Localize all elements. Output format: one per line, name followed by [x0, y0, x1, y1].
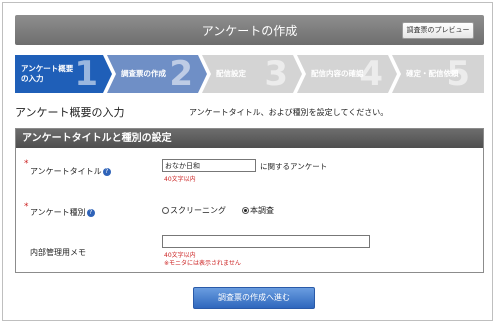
step-5: 確定・配信依頼 5: [392, 55, 484, 93]
radio-main-survey[interactable]: 本調査: [242, 205, 274, 216]
required-mark: *: [24, 159, 29, 169]
step-4-label: 配信内容の確認: [311, 69, 364, 78]
step-1: アンケート概要 の入力 1: [15, 55, 112, 93]
radio-screening[interactable]: スクリーニング: [162, 205, 226, 216]
internal-memo-input[interactable]: [162, 235, 370, 248]
section-title: アンケート概要の入力: [15, 106, 125, 119]
step-1-number: 1: [74, 55, 98, 93]
internal-memo-note: ※モニタには表示されません: [164, 260, 241, 267]
step-3-number: 3: [264, 55, 288, 93]
section-description: アンケートタイトル、および種別を設定してください。: [189, 108, 389, 117]
internal-memo-label: 内部管理用メモ: [30, 248, 86, 257]
step-progress-bar: アンケート概要 の入力 1 調査票の作成 2 配信設定 3 配信内容の確認 4 確…: [15, 55, 484, 93]
step-5-label: 確定・配信依頼: [406, 69, 459, 78]
step-2: 調査票の作成 2: [107, 55, 207, 93]
create-survey-button[interactable]: 調査票の作成へ進む: [193, 287, 315, 309]
radio-button[interactable]: [162, 207, 169, 214]
question-help-icon[interactable]: ?: [86, 208, 95, 217]
survey-title-hint: 40文字以内: [164, 176, 196, 183]
step-2-number: 2: [169, 55, 193, 93]
step-3-label: 配信設定: [216, 69, 246, 78]
survey-preview-button[interactable]: 調査票のプレビュー: [402, 22, 474, 39]
required-mark: *: [24, 202, 29, 212]
step-4: 配信内容の確認 4: [297, 55, 397, 93]
window-frame: アンケートの作成 調査票のプレビュー アンケート概要 の入力 1 調査票の作成 2…: [2, 2, 493, 321]
panel-heading: アンケートタイトルと種別の設定: [16, 129, 483, 148]
page-header: アンケートの作成 調査票のプレビュー: [15, 15, 484, 45]
survey-type-label: アンケート種別?: [30, 207, 95, 218]
radio-button-selected[interactable]: [242, 207, 249, 214]
survey-title-input[interactable]: [162, 159, 256, 172]
step-1-label: アンケート概要 の入力: [21, 64, 74, 83]
survey-title-label: アンケートタイトル?: [30, 166, 111, 177]
step-3: 配信設定 3: [202, 55, 302, 93]
step-2-label: 調査票の作成: [121, 69, 166, 78]
survey-title-suffix: に関するアンケート: [260, 162, 328, 171]
question-help-icon[interactable]: ?: [102, 167, 111, 176]
settings-panel: アンケートタイトルと種別の設定 * アンケートタイトル? に関するアンケート 4…: [15, 128, 484, 273]
